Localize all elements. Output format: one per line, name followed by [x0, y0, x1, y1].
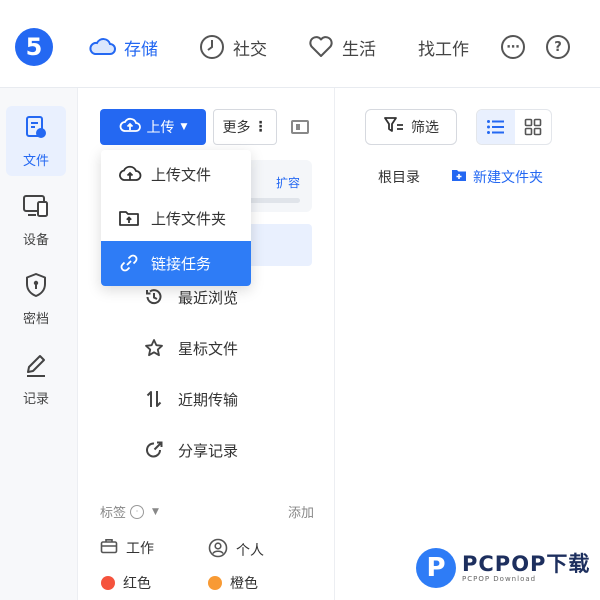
shield-lock-icon	[23, 272, 49, 302]
nav-storage-label: 存储	[124, 39, 158, 60]
link-icon	[118, 253, 140, 277]
help-icon[interactable]: ?	[546, 35, 570, 59]
nav-social-label: 社交	[233, 39, 267, 60]
sidebar-item-starred-label: 星标文件	[178, 339, 239, 358]
star-icon	[144, 338, 164, 362]
view-toggle	[476, 109, 552, 145]
more-button-label: 更多	[222, 120, 251, 136]
watermark-subtitle: PCPOP Download	[462, 575, 537, 583]
add-tag-link[interactable]: 添加	[288, 502, 314, 521]
sidebar-item-recent[interactable]: 最近浏览	[146, 285, 239, 309]
more-button[interactable]: 更多 ⋮	[213, 109, 277, 145]
upload-cloud-icon	[119, 116, 141, 138]
top-nav: 5 存储 社交 生活 找工作 ⋯ ?	[0, 0, 600, 88]
tags-header: 标签 · ▼ 添加	[100, 502, 314, 521]
app-logo[interactable]: 5	[15, 28, 53, 66]
rail-item-vault[interactable]: 密档	[6, 264, 66, 334]
tag-orange-label: 橙色	[230, 576, 258, 592]
new-folder-button[interactable]: 新建文件夹	[451, 167, 543, 187]
menu-item-upload-file[interactable]: 上传文件	[101, 152, 251, 197]
rail-item-devices[interactable]: 设备	[6, 185, 66, 255]
sidebar-item-starred[interactable]: 星标文件	[145, 336, 239, 360]
nav-social[interactable]: 社交	[199, 33, 267, 61]
tag-personal[interactable]: 个人	[208, 538, 264, 562]
left-rail: 文件 设备 密档 记录	[0, 88, 78, 600]
share-icon	[144, 440, 164, 464]
files-icon	[23, 114, 49, 144]
briefcase-icon	[100, 538, 118, 558]
heart-icon	[308, 35, 334, 59]
nav-jobs-label: 找工作	[418, 39, 469, 60]
red-dot-icon	[101, 576, 115, 590]
tag-personal-label: 个人	[236, 543, 264, 559]
nav-life[interactable]: 生活	[308, 33, 376, 61]
menu-item-link-task[interactable]: 链接任务	[101, 241, 251, 286]
vertical-dots-icon: ⋮	[253, 119, 268, 135]
list-view-icon[interactable]	[477, 110, 515, 144]
tag-work[interactable]: 工作	[100, 538, 154, 558]
more-options-icon[interactable]: ⋯	[501, 35, 525, 59]
tag-red-label: 红色	[123, 576, 151, 592]
upload-button-label: 上传	[146, 120, 175, 136]
clock-icon	[199, 34, 225, 60]
rail-item-records[interactable]: 记录	[6, 344, 66, 414]
new-folder-icon	[451, 168, 467, 186]
collapse-panel-icon[interactable]	[291, 120, 309, 134]
menu-item-link-task-label: 链接任务	[151, 255, 212, 273]
history-icon	[144, 287, 164, 311]
sidebar-item-transfers[interactable]: 近期传输	[146, 387, 239, 411]
menu-item-upload-folder-label: 上传文件夹	[151, 210, 227, 228]
sidebar-item-shares-label: 分享记录	[178, 441, 239, 460]
watermark: P PCPOP下载 PCPOP Download	[416, 548, 590, 588]
sidebar-item-shares[interactable]: 分享记录	[146, 438, 239, 462]
transfer-icon	[144, 389, 164, 413]
upload-dropdown-menu: 上传文件 上传文件夹 链接任务	[101, 150, 251, 286]
tag-red[interactable]: 红色	[101, 573, 151, 593]
watermark-title: PCPOP下载	[462, 552, 591, 576]
menu-item-upload-file-label: 上传文件	[151, 166, 212, 184]
nav-life-label: 生活	[342, 39, 376, 60]
breadcrumb-root[interactable]: 根目录	[378, 167, 420, 187]
upload-button[interactable]: 上传 ▼	[100, 109, 206, 145]
rail-item-files[interactable]: 文件	[6, 106, 66, 176]
pen-icon	[23, 352, 49, 382]
caret-down-icon: ▼	[180, 122, 188, 132]
filter-icon	[383, 116, 405, 138]
rail-item-files-label: 文件	[22, 153, 49, 169]
menu-item-upload-folder[interactable]: 上传文件夹	[101, 196, 251, 241]
sidebar-item-transfers-label: 近期传输	[178, 390, 239, 409]
tags-title: 标签	[100, 506, 127, 521]
sidebar-item-recent-label: 最近浏览	[178, 288, 239, 307]
rail-item-devices-label: 设备	[22, 232, 49, 248]
upload-cloud-icon	[118, 164, 142, 188]
grid-view-icon[interactable]	[515, 110, 551, 144]
info-icon[interactable]: ·	[130, 504, 145, 519]
filter-button-label: 筛选	[411, 120, 439, 136]
upload-folder-icon	[118, 208, 140, 232]
nav-jobs[interactable]: 找工作	[418, 33, 469, 61]
new-folder-label: 新建文件夹	[473, 170, 543, 186]
devices-icon	[22, 193, 50, 223]
nav-storage[interactable]: 存储	[88, 33, 158, 61]
watermark-logo: P	[416, 548, 456, 588]
caret-down-icon[interactable]: ▼	[152, 507, 159, 517]
tag-orange[interactable]: 橙色	[208, 573, 258, 593]
expand-storage-link[interactable]: 扩容	[276, 174, 300, 191]
rail-item-records-label: 记录	[22, 391, 49, 407]
orange-dot-icon	[208, 576, 222, 590]
filter-button[interactable]: 筛选	[365, 109, 457, 145]
tag-work-label: 工作	[126, 541, 154, 557]
person-icon	[208, 538, 228, 562]
cloud-icon	[88, 37, 116, 57]
rail-item-vault-label: 密档	[22, 311, 49, 327]
